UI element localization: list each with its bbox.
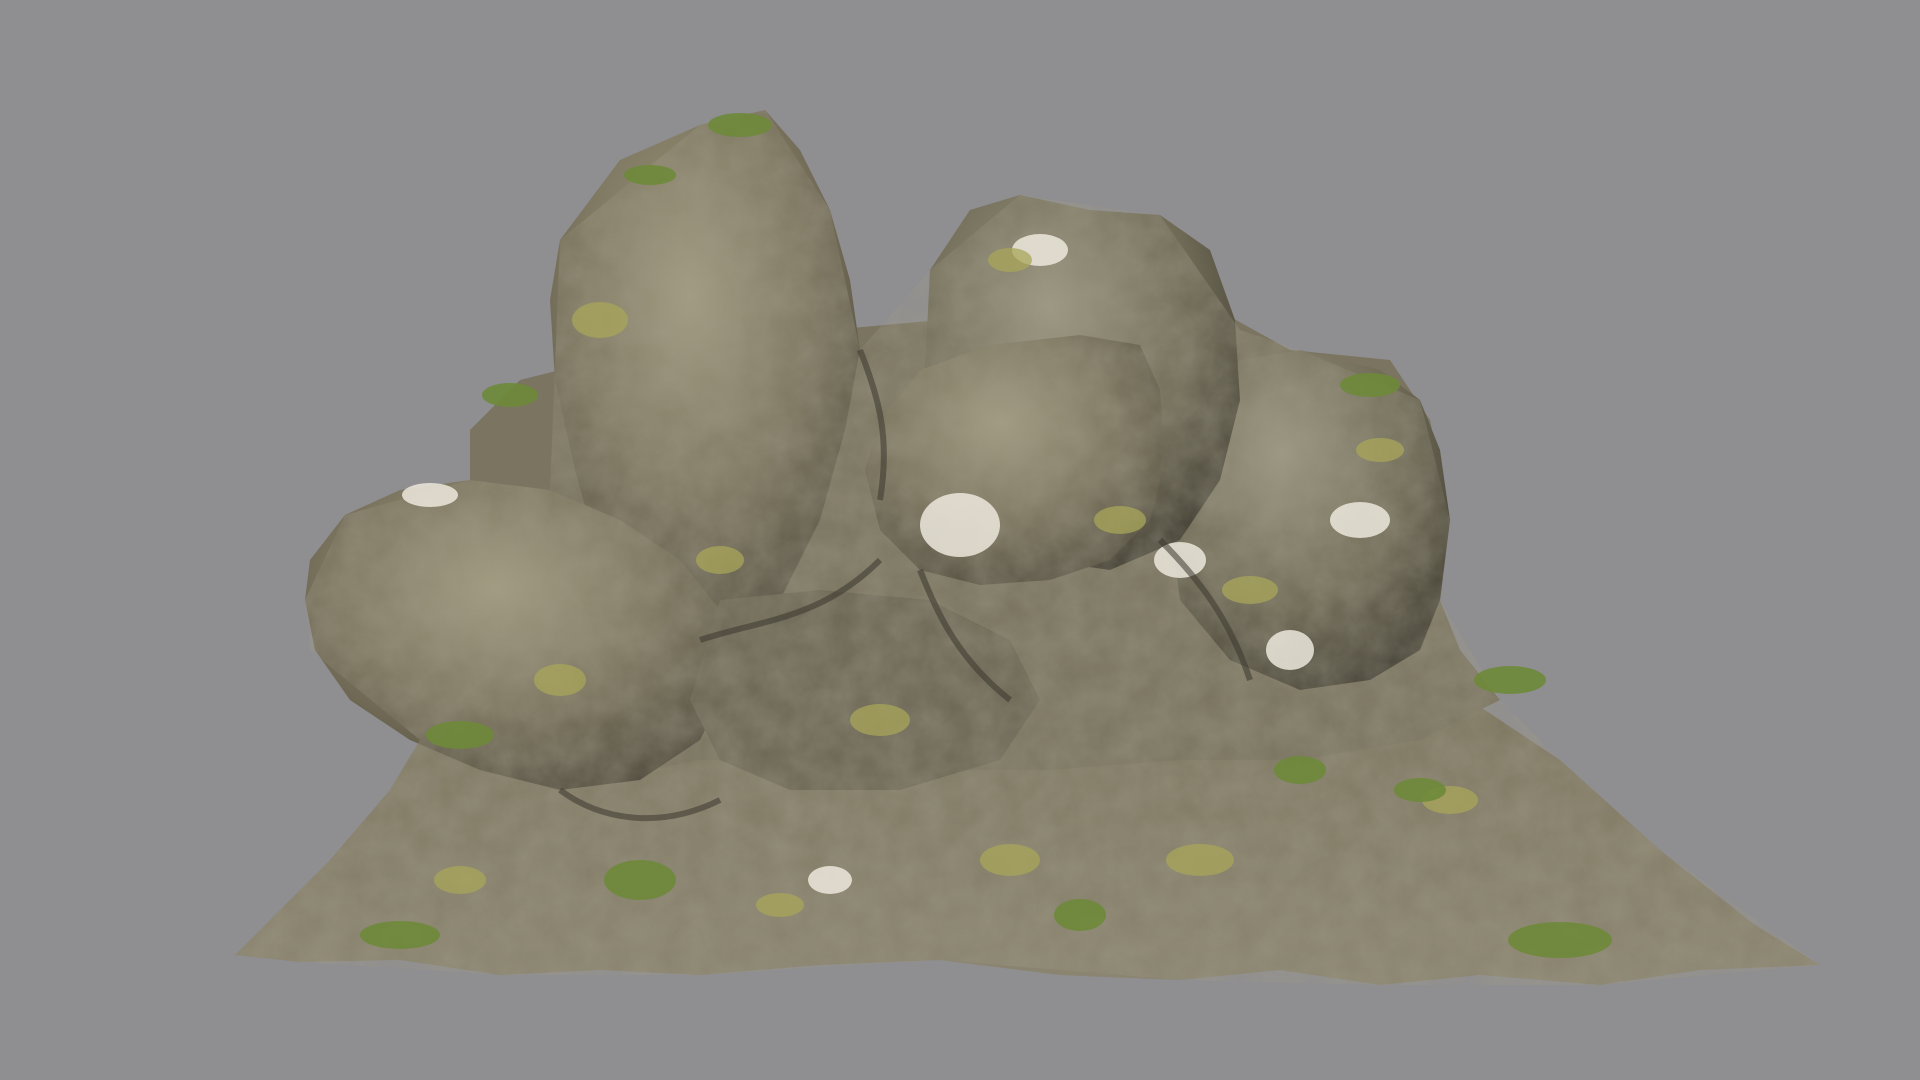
rock-model-render: [0, 0, 1920, 1080]
3d-viewport[interactable]: [0, 0, 1920, 1080]
